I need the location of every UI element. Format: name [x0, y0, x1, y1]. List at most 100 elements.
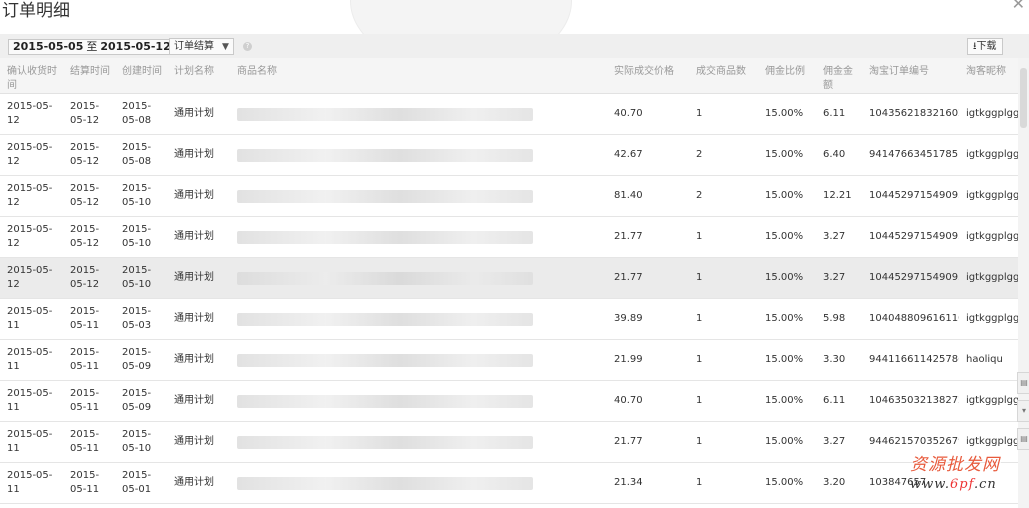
- quantity-cell: 1: [689, 421, 758, 463]
- close-icon[interactable]: ✕: [1012, 0, 1025, 13]
- table-row[interactable]: 2015-05-12 2015-05-12 2015-05-08 通用计划 42.67 2…: [0, 134, 1018, 176]
- redacted-product-name: [237, 271, 533, 285]
- nickname-cell: igtkggplgg: [959, 380, 1018, 422]
- price-cell: 21.34: [607, 462, 689, 504]
- date-range-picker[interactable]: 2015-05-05 至 2015-05-12: [8, 39, 176, 55]
- side-collapse-icon[interactable]: ▾: [1017, 400, 1029, 422]
- column-header[interactable]: 确认收货时间: [0, 58, 63, 94]
- column-header[interactable]: 商品名称: [230, 58, 607, 94]
- quantity-cell: 1: [689, 298, 758, 340]
- commission-amount-cell: 3.27: [816, 421, 862, 463]
- plan-name-cell: 通用计划: [167, 421, 230, 463]
- settle-time-cell: 2015-05-12: [63, 175, 115, 217]
- confirm-time-cell: 2015-05-11: [0, 421, 63, 463]
- order-number-cell: 103847657: [862, 462, 959, 504]
- order-table: 确认收货时间 结算时间 创建时间 计划名称 商品名称 实际成交价格 成交商品数 …: [0, 58, 1018, 504]
- product-name-cell: [230, 175, 607, 217]
- column-header[interactable]: 结算时间: [63, 58, 115, 94]
- price-cell: 21.77: [607, 216, 689, 258]
- quantity-cell: 1: [689, 257, 758, 299]
- quantity-cell: 1: [689, 93, 758, 135]
- decorative-circle: [350, 0, 572, 34]
- modal-title: 订单明细: [2, 1, 70, 21]
- settle-time-cell: 2015-05-12: [63, 93, 115, 135]
- price-cell: 21.77: [607, 421, 689, 463]
- side-panel-icon[interactable]: ▤: [1017, 428, 1029, 450]
- column-header[interactable]: 佣金比例: [758, 58, 816, 94]
- price-cell: 81.40: [607, 175, 689, 217]
- confirm-time-cell: 2015-05-11: [0, 339, 63, 381]
- commission-amount-cell: 6.11: [816, 380, 862, 422]
- price-cell: 39.89: [607, 298, 689, 340]
- order-number-cell: 941476634517851: [862, 134, 959, 176]
- redacted-product-name: [237, 148, 533, 162]
- redacted-product-name: [237, 394, 533, 408]
- plan-name-cell: 通用计划: [167, 339, 230, 381]
- settle-time-cell: 2015-05-11: [63, 380, 115, 422]
- table-row[interactable]: 2015-05-11 2015-05-11 2015-05-03 通用计划 39.89 1…: [0, 298, 1018, 340]
- table-row[interactable]: 2015-05-11 2015-05-11 2015-05-01 通用计划 21.34 1…: [0, 462, 1018, 504]
- confirm-time-cell: 2015-05-11: [0, 462, 63, 504]
- create-time-cell: 2015-05-09: [115, 380, 167, 422]
- settle-time-cell: 2015-05-12: [63, 257, 115, 299]
- column-header[interactable]: 计划名称: [167, 58, 230, 94]
- side-panel-icon[interactable]: ▤: [1017, 372, 1029, 394]
- quantity-cell: 2: [689, 134, 758, 176]
- create-time-cell: 2015-05-10: [115, 216, 167, 258]
- commission-rate-cell: 15.00%: [758, 257, 816, 299]
- table-row[interactable]: 2015-05-12 2015-05-12 2015-05-10 通用计划 21.77 1…: [0, 257, 1018, 299]
- redacted-product-name: [237, 230, 533, 244]
- commission-amount-cell: 3.20: [816, 462, 862, 504]
- price-cell: 42.67: [607, 134, 689, 176]
- quantity-cell: 1: [689, 380, 758, 422]
- product-name-cell: [230, 421, 607, 463]
- table-row[interactable]: 2015-05-12 2015-05-12 2015-05-10 通用计划 81.40 2…: [0, 175, 1018, 217]
- settle-time-cell: 2015-05-12: [63, 134, 115, 176]
- column-header[interactable]: 淘宝订单编号: [862, 58, 959, 94]
- redacted-product-name: [237, 312, 533, 326]
- order-type-select[interactable]: 订单结算 ▼: [169, 38, 234, 55]
- create-time-cell: 2015-05-08: [115, 134, 167, 176]
- nickname-cell: [959, 462, 1018, 504]
- column-header[interactable]: 成交商品数: [689, 58, 758, 94]
- redacted-product-name: [237, 107, 533, 121]
- price-cell: 21.99: [607, 339, 689, 381]
- quantity-cell: 1: [689, 462, 758, 504]
- quantity-cell: 1: [689, 339, 758, 381]
- column-header[interactable]: 创建时间: [115, 58, 167, 94]
- order-table-container: 确认收货时间 结算时间 创建时间 计划名称 商品名称 实际成交价格 成交商品数 …: [0, 58, 1018, 508]
- price-cell: 40.70: [607, 93, 689, 135]
- nickname-cell: igtkggplgg: [959, 216, 1018, 258]
- table-row[interactable]: 2015-05-11 2015-05-11 2015-05-09 通用计划 40.70 1…: [0, 380, 1018, 422]
- commission-rate-cell: 15.00%: [758, 216, 816, 258]
- create-time-cell: 2015-05-03: [115, 298, 167, 340]
- nickname-cell: igtkggplgg: [959, 257, 1018, 299]
- product-name-cell: [230, 339, 607, 381]
- create-time-cell: 2015-05-08: [115, 93, 167, 135]
- confirm-time-cell: 2015-05-12: [0, 257, 63, 299]
- nickname-cell: igtkggplgg: [959, 298, 1018, 340]
- create-time-cell: 2015-05-10: [115, 421, 167, 463]
- settle-time-cell: 2015-05-11: [63, 421, 115, 463]
- column-header[interactable]: 实际成交价格: [607, 58, 689, 94]
- product-name-cell: [230, 134, 607, 176]
- table-row[interactable]: 2015-05-11 2015-05-11 2015-05-10 通用计划 21.77 1…: [0, 421, 1018, 463]
- column-header[interactable]: 佣金金额: [816, 58, 862, 94]
- create-time-cell: 2015-05-09: [115, 339, 167, 381]
- table-row[interactable]: 2015-05-12 2015-05-12 2015-05-10 通用计划 21.77 1…: [0, 216, 1018, 258]
- download-button[interactable]: ⭳下载: [967, 38, 1003, 55]
- plan-name-cell: 通用计划: [167, 298, 230, 340]
- price-cell: 21.77: [607, 257, 689, 299]
- scrollbar-thumb[interactable]: [1020, 68, 1027, 128]
- confirm-time-cell: 2015-05-12: [0, 134, 63, 176]
- settle-time-cell: 2015-05-11: [63, 339, 115, 381]
- column-header[interactable]: 淘客昵称: [959, 58, 1018, 94]
- confirm-time-cell: 2015-05-11: [0, 380, 63, 422]
- commission-amount-cell: 6.11: [816, 93, 862, 135]
- table-row[interactable]: 2015-05-12 2015-05-12 2015-05-08 通用计划 40.70 1…: [0, 93, 1018, 135]
- table-row[interactable]: 2015-05-11 2015-05-11 2015-05-09 通用计划 21.99 1…: [0, 339, 1018, 381]
- nickname-cell: igtkggplgg: [959, 421, 1018, 463]
- commission-rate-cell: 15.00%: [758, 421, 816, 463]
- settle-time-cell: 2015-05-11: [63, 298, 115, 340]
- help-icon[interactable]: ?: [243, 42, 252, 51]
